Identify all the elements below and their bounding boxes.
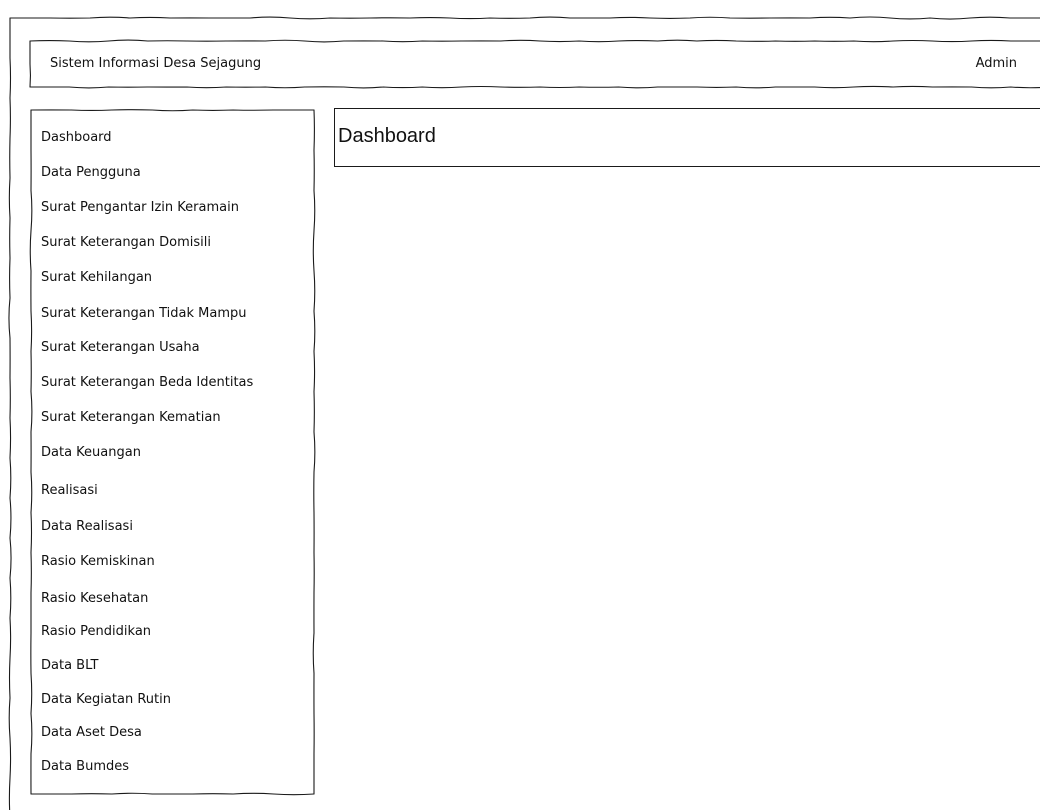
sidebar-item-surat-keterangan-beda-identitas[interactable]: Surat Keterangan Beda Identitas [41,375,253,391]
app-title: Sistem Informasi Desa Sejagung [50,56,262,71]
sidebar-item-data-aset-desa[interactable]: Data Aset Desa [41,725,142,741]
sidebar-item-surat-pengantar-izin-keramain[interactable]: Surat Pengantar Izin Keramain [41,200,239,216]
user-menu-admin[interactable]: Admin [976,56,1017,71]
sidebar-item-rasio-pendidikan[interactable]: Rasio Pendidikan [41,624,151,640]
sidebar-item-data-kegiatan-rutin[interactable]: Data Kegiatan Rutin [41,692,171,708]
sidebar-item-dashboard[interactable]: Dashboard [41,130,112,146]
sidebar-item-data-pengguna[interactable]: Data Pengguna [41,165,141,181]
sidebar-item-surat-keterangan-tidak-mampu[interactable]: Surat Keterangan Tidak Mampu [41,306,247,322]
sidebar-item-data-bumdes[interactable]: Data Bumdes [41,759,129,775]
sidebar-item-surat-keterangan-domisili[interactable]: Surat Keterangan Domisili [41,235,211,251]
sidebar-item-surat-keterangan-usaha[interactable]: Surat Keterangan Usaha [41,340,200,356]
content-header: Dashboard [334,108,1040,166]
sidebar-item-rasio-kemiskinan[interactable]: Rasio Kemiskinan [41,554,155,570]
sidebar-item-surat-kehilangan[interactable]: Surat Kehilangan [41,270,152,286]
sidebar-item-data-blt[interactable]: Data BLT [41,658,98,674]
top-header: Sistem Informasi Desa Sejagung Admin [30,41,1040,87]
sidebar-item-realisasi[interactable]: Realisasi [41,483,98,499]
sidebar-item-data-realisasi[interactable]: Data Realisasi [41,519,133,535]
sidebar-item-data-keuangan[interactable]: Data Keuangan [41,445,141,461]
sidebar-menu: Dashboard Data Pengguna Surat Pengantar … [31,110,314,794]
page-title: Dashboard [338,125,436,147]
sidebar-item-rasio-kesehatan[interactable]: Rasio Kesehatan [41,591,148,607]
sidebar-item-surat-keterangan-kematian[interactable]: Surat Keterangan Kematian [41,410,221,426]
